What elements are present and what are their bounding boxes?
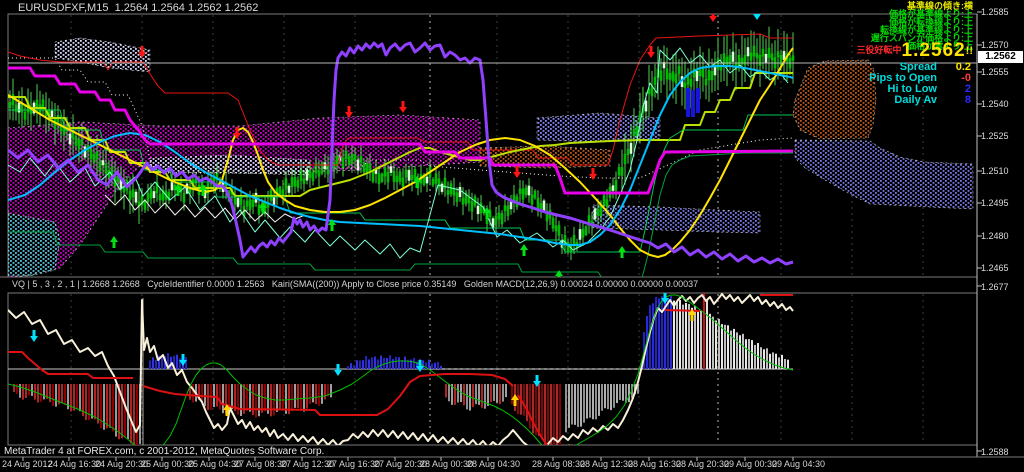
vq-cyan-arrow-icon bbox=[30, 336, 38, 342]
buy-arrow-icon bbox=[555, 270, 563, 276]
buy-arrow-icon bbox=[520, 244, 528, 250]
price-axis-label: 1.2465 bbox=[981, 263, 1009, 273]
chart-title: EURUSDFXF,M15 1.2564 1.2564 1.2562 1.256… bbox=[18, 2, 258, 14]
time-axis-label: 27 Aug 08:30 bbox=[234, 459, 288, 469]
sell-arrow-icon bbox=[709, 16, 717, 22]
sell-arrow-icon bbox=[647, 52, 655, 58]
indicator-header-text: VQ | 5 , 3 , 2 , 1 | 1.2668 1.2668 Cycle… bbox=[12, 279, 699, 289]
vq-cyan-arrow-icon bbox=[334, 370, 342, 376]
mt4-chart-window: EURUSDFXF,M15 1.2564 1.2564 1.2562 1.256… bbox=[0, 0, 1024, 472]
time-axis-label: 28 Aug 04:30 bbox=[467, 459, 521, 469]
cyan-arrow-icon bbox=[753, 14, 761, 20]
signal-label: 三役好転中 bbox=[856, 45, 902, 55]
signal-big-price: 1.2562 bbox=[901, 40, 966, 61]
chart-symbol-period: EURUSDFXF,M15 bbox=[18, 2, 109, 14]
price-axis-label: 1.2570 bbox=[981, 40, 1009, 50]
current-price-marker: 1.2562 bbox=[978, 51, 1023, 63]
price-axis-label: 1.2585 bbox=[981, 7, 1009, 17]
kumo-blue-bottom bbox=[592, 204, 761, 234]
time-axis-label: 24 Aug 16:30 bbox=[48, 459, 102, 469]
signal-row: 三役好転中 1.2562 !! bbox=[856, 40, 973, 61]
stat-row: Daily Av 8 bbox=[869, 95, 971, 106]
price-axis-label: 1.2495 bbox=[981, 198, 1009, 208]
indicator-axis-label: 1.2677 bbox=[981, 282, 1009, 292]
time-axis-label: 29 Aug 04:30 bbox=[772, 459, 826, 469]
buy-arrow-icon bbox=[618, 246, 626, 252]
blue-volume-block bbox=[686, 88, 690, 117]
stat-label: Daily Av bbox=[894, 94, 937, 106]
price-axis-label: 1.2480 bbox=[981, 231, 1009, 241]
price-axis-label: 1.2510 bbox=[981, 166, 1009, 176]
ind-red-seg-4 bbox=[664, 309, 701, 312]
stat-value: 8 bbox=[964, 94, 971, 106]
buy-arrow-icon bbox=[110, 236, 118, 242]
market-stats-panel: Spread 0.2 Pips to Open -0 Hi to Low 2 Daily A… bbox=[869, 62, 971, 106]
time-axis-label: 28 Aug 16:30 bbox=[628, 459, 682, 469]
time-axis-label: 24 Aug 2012 bbox=[2, 459, 53, 469]
price-axis-label: 1.2525 bbox=[981, 131, 1009, 141]
time-axis-label: 25 Aug 00:30 bbox=[141, 459, 195, 469]
time-axis-label: 28 Aug 08:30 bbox=[532, 459, 586, 469]
kumo-white-topleft bbox=[54, 37, 151, 73]
vq-indicator-pane[interactable] bbox=[8, 282, 794, 456]
indicator-axis-label: 1.2588 bbox=[981, 447, 1009, 457]
time-axis-label: 28 Aug 12:30 bbox=[580, 459, 634, 469]
kumo-blue-right bbox=[794, 139, 974, 210]
signal-suffix: !! bbox=[965, 45, 973, 57]
sell-arrow-icon bbox=[589, 174, 597, 180]
time-axis-label: 28 Aug 20:30 bbox=[676, 459, 730, 469]
blue-volume-block bbox=[696, 88, 700, 113]
kumo-orange-right bbox=[792, 59, 877, 140]
chart-ohlc-values: 1.2564 1.2564 1.2562 1.2562 bbox=[108, 2, 259, 14]
time-axis-label: 29 Aug 00:30 bbox=[724, 459, 778, 469]
sell-arrow-icon bbox=[513, 172, 521, 178]
kumo-aqua-bottomleft bbox=[8, 212, 61, 277]
price-axis-label: 1.2540 bbox=[981, 99, 1009, 109]
status-bar: MetaTrader 4 at FOREX.com, c 2001-2012, … bbox=[4, 446, 325, 457]
time-axis-label: 28 Aug 00:30 bbox=[420, 459, 474, 469]
blue-volume-block bbox=[691, 90, 695, 117]
time-axis-label: 27 Aug 16:30 bbox=[327, 459, 381, 469]
price-axis-label: 1.2555 bbox=[981, 67, 1009, 77]
sell-arrow-icon bbox=[399, 107, 407, 113]
main-chart-pane[interactable] bbox=[8, 8, 977, 282]
